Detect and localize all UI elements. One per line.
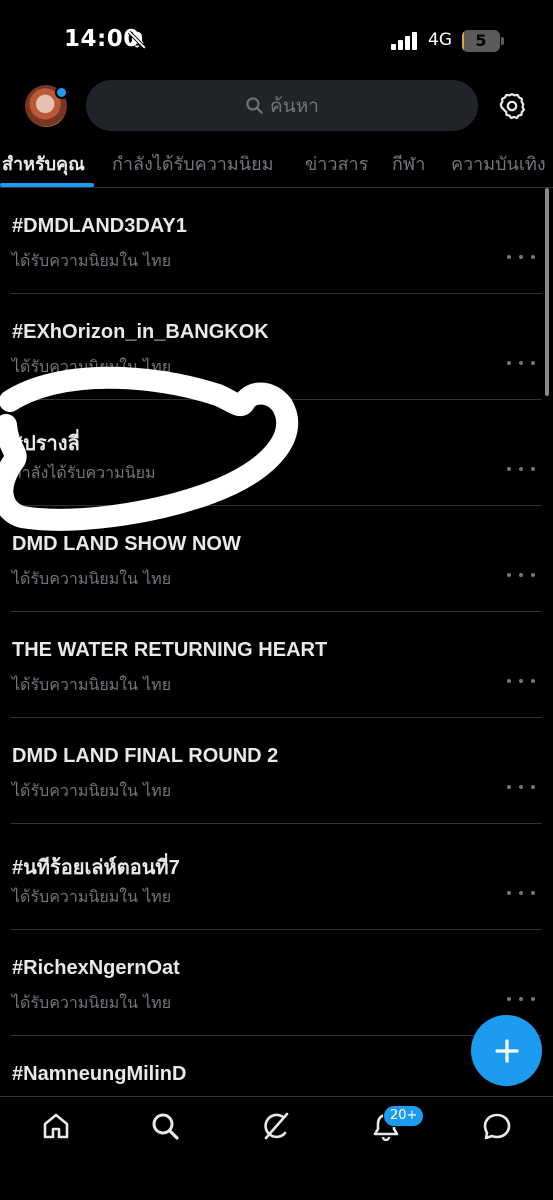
battery-cap [501,37,504,45]
search-icon [246,97,263,114]
trend-subtitle: ได้รับความนิยมใน ไทย [12,569,172,588]
trend-item[interactable]: THE WATER RETURNING HEART ได้รับความนิยม… [0,612,553,718]
trend-item[interactable]: DMD LAND FINAL ROUND 2 ได้รับความนิยมใน … [0,718,553,824]
trend-item[interactable]: #EXhOrizon_in_BANGKOK ได้รับความนิยมใน ไ… [0,294,553,400]
trend-subtitle: ได้รับความนิยมใน ไทย [12,357,172,376]
search-placeholder: ค้นหา [270,94,319,117]
trend-subtitle: ได้รับความนิยมใน ไทย [12,887,172,906]
trend-title: #EXhOrizon_in_BANGKOK [12,321,269,343]
bell-slash-icon [127,30,147,50]
messages-icon[interactable] [482,1111,512,1141]
compose-button[interactable] [471,1015,542,1086]
grok-icon[interactable] [261,1111,291,1141]
avatar-notification-dot [55,86,68,99]
search-icon[interactable] [150,1111,180,1141]
trend-title: DMD LAND SHOW NOW [12,533,241,555]
network-type: 4G [428,30,452,50]
more-options-icon[interactable] [507,565,535,585]
trend-title: #ปรางลี่ [12,433,80,455]
plus-icon [494,1038,519,1063]
active-tab-indicator [0,183,94,187]
battery-level: 5 [475,31,487,50]
tab-news[interactable]: ข่าวสาร [305,149,368,178]
more-options-icon[interactable] [507,883,535,903]
signal-icon [391,32,417,50]
more-options-icon[interactable] [507,989,535,1009]
home-icon[interactable] [41,1111,71,1141]
trend-item[interactable]: DMD LAND SHOW NOW ได้รับความนิยมใน ไทย [0,506,553,612]
trend-subtitle: ได้รับความนิยมใน ไทย [12,781,172,800]
trend-title: #NamneungMilinD [12,1063,187,1085]
battery-icon: 5 [462,30,500,52]
trend-title: DMD LAND FINAL ROUND 2 [12,745,279,767]
scrollbar[interactable] [545,188,549,396]
tab-trending[interactable]: กำลังได้รับความนิยม [112,149,274,178]
more-options-icon[interactable] [507,247,535,267]
trend-item[interactable]: #ปรางลี่ กำลังได้รับความนิยม [0,400,553,506]
tab-for-you[interactable]: สำหรับคุณ [2,149,85,178]
settings-gear-icon[interactable] [498,92,526,120]
more-options-icon[interactable] [507,671,535,691]
trend-list: #DMDLAND3DAY1 ได้รับความนิยมใน ไทย #EXhO… [0,188,553,1142]
trend-subtitle: ได้รับความนิยมใน ไทย [12,675,172,694]
search-input[interactable]: ค้นหา [86,80,478,131]
trend-subtitle: ได้รับความนิยมใน ไทย [12,251,172,270]
tab-entertainment[interactable]: ความบันเทิง [451,149,546,178]
trend-item[interactable]: #นทีร้อยเล่ห์ตอนที่7 ได้รับความนิยมใน ไท… [0,824,553,930]
status-bar: 14:00 4G 5 [0,0,553,80]
more-options-icon[interactable] [507,777,535,797]
trend-title: #นทีร้อยเล่ห์ตอนที่7 [12,857,180,879]
trend-item[interactable]: #RichexNgernOat ได้รับความนิยมใน ไทย [0,930,553,1036]
tab-sports[interactable]: กีฬา [392,149,425,178]
trend-subtitle: กำลังได้รับความนิยม [12,463,156,482]
category-tabs: สำหรับคุณ กำลังได้รับความนิยม ข่าวสาร กี… [0,134,553,188]
trend-title: THE WATER RETURNING HEART [12,639,328,661]
notification-badge: 20+ [383,1105,425,1127]
trend-subtitle: ได้รับความนิยมใน ไทย [12,993,172,1012]
trend-item[interactable]: #DMDLAND3DAY1 ได้รับความนิยมใน ไทย [0,188,553,294]
more-options-icon[interactable] [507,353,535,373]
trend-title: #RichexNgernOat [12,957,180,979]
bottom-nav: 20+ [0,1096,553,1200]
trend-title: #DMDLAND3DAY1 [12,215,187,237]
more-options-icon[interactable] [507,459,535,479]
